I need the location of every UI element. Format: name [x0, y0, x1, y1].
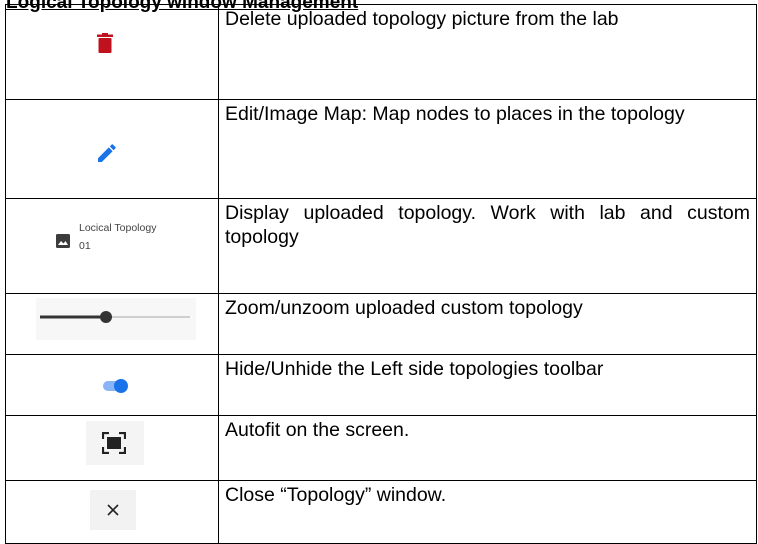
trash-icon[interactable]: [97, 33, 113, 53]
table-row: Delete uploaded topology picture from th…: [5, 4, 757, 100]
zoom-slider[interactable]: [40, 310, 190, 324]
row-description: Close “Topology” window.: [218, 480, 757, 544]
slider-handle: [100, 311, 112, 323]
row-description: Hide/Unhide the Left side topologies too…: [218, 354, 757, 416]
row-description: Zoom/unzoom uploaded custom topology: [218, 293, 757, 355]
table-row: Locical Topology 01 Display uploaded top…: [5, 198, 757, 294]
image-icon: [56, 234, 70, 253]
autofit-icon[interactable]: [102, 432, 126, 454]
close-icon[interactable]: [107, 504, 119, 516]
toggle-switch[interactable]: [103, 379, 129, 393]
row-description: Edit/Image Map: Map nodes to places in t…: [218, 99, 757, 199]
row-description: Autofit on the screen.: [218, 415, 757, 481]
icon-legend-table: Delete uploaded topology picture from th…: [5, 4, 757, 544]
table-row: Zoom/unzoom uploaded custom topology: [5, 293, 757, 355]
row-description: Display uploaded topology. Work with lab…: [218, 198, 757, 294]
table-row: Autofit on the screen.: [5, 415, 757, 481]
row-description: Delete uploaded topology picture from th…: [218, 4, 757, 100]
thumbnail-label: Locical Topology 01: [79, 222, 157, 252]
table-row: Edit/Image Map: Map nodes to places in t…: [5, 99, 757, 199]
topology-thumbnail[interactable]: Locical Topology 01: [56, 219, 169, 255]
table-row: Close “Topology” window.: [5, 480, 757, 544]
table-row: Hide/Unhide the Left side topologies too…: [5, 354, 757, 416]
pencil-icon[interactable]: [98, 144, 116, 162]
